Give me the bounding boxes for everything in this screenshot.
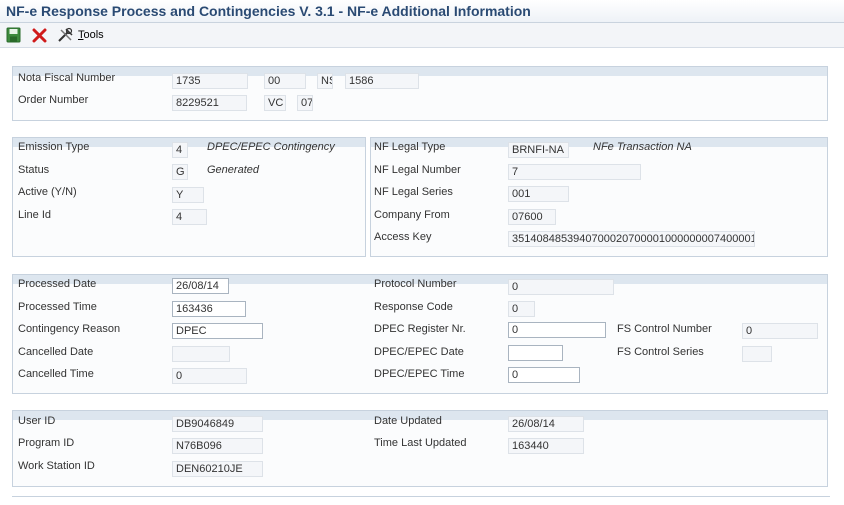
dpec-time-input[interactable]: 0 bbox=[508, 367, 580, 383]
tools-menu-label[interactable]: Tools bbox=[78, 29, 104, 41]
access-key-label: Access Key bbox=[374, 231, 432, 243]
cancelled-date-label: Cancelled Date bbox=[18, 346, 94, 358]
company-from-field[interactable]: 07600 bbox=[508, 209, 556, 225]
line-id-label: Line Id bbox=[18, 209, 52, 221]
emission-type-field[interactable]: 4 bbox=[172, 142, 188, 158]
nf-legal-type-desc: NFe Transaction NA bbox=[593, 141, 692, 153]
contingency-reason-input[interactable]: DPEC bbox=[172, 323, 263, 339]
protocol-number-field[interactable]: 0 bbox=[508, 279, 614, 295]
date-updated-label: Date Updated bbox=[374, 415, 442, 427]
status-field[interactable]: G bbox=[172, 164, 188, 180]
dpec-register-input[interactable]: 0 bbox=[508, 322, 606, 338]
company-from-label: Company From bbox=[374, 209, 450, 221]
order-number-label: Order Number bbox=[18, 94, 89, 106]
order-company-field[interactable]: 07( bbox=[297, 95, 313, 111]
order-number-field[interactable]: 8229521 bbox=[172, 95, 247, 111]
processed-date-label: Processed Date bbox=[18, 278, 97, 290]
cancelled-time-field[interactable]: 0 bbox=[172, 368, 247, 384]
program-id-label: Program ID bbox=[18, 437, 75, 449]
program-id-field[interactable]: N76B096 bbox=[172, 438, 263, 454]
tools-icon[interactable] bbox=[57, 27, 75, 43]
processed-date-input[interactable]: 26/08/14 bbox=[172, 278, 229, 294]
work-station-field[interactable]: DEN60210JE bbox=[172, 461, 263, 477]
active-label: Active (Y/N) bbox=[18, 186, 77, 198]
cancelled-date-field[interactable] bbox=[172, 346, 230, 362]
nf-legal-series-label: NF Legal Series bbox=[374, 186, 453, 198]
protocol-number-label: Protocol Number bbox=[374, 278, 457, 290]
order-type-field[interactable]: VC bbox=[264, 95, 286, 111]
fs-control-number-label: FS Control Number bbox=[617, 323, 712, 335]
nota-fiscal-type-field[interactable]: NS bbox=[317, 73, 333, 89]
window-title: NF-e Response Process and Contingencies … bbox=[6, 3, 531, 19]
status-desc: Generated bbox=[207, 164, 259, 176]
fs-control-number-field[interactable]: 0 bbox=[742, 323, 818, 339]
save-icon[interactable] bbox=[6, 27, 21, 43]
emission-type-label: Emission Type bbox=[18, 141, 90, 153]
status-label: Status bbox=[18, 164, 50, 176]
response-code-label: Response Code bbox=[374, 301, 453, 313]
nf-legal-number-field[interactable]: 7 bbox=[508, 164, 641, 180]
nota-fiscal-suffix-field[interactable]: 00 bbox=[264, 73, 306, 89]
nf-legal-type-label: NF Legal Type bbox=[374, 141, 446, 153]
fs-control-series-field[interactable] bbox=[742, 346, 772, 362]
contingency-reason-label: Contingency Reason bbox=[18, 323, 121, 335]
window-title-bar: NF-e Response Process and Contingencies … bbox=[0, 0, 844, 23]
dpec-date-input[interactable] bbox=[508, 345, 563, 361]
work-station-label: Work Station ID bbox=[18, 460, 95, 472]
date-updated-field[interactable]: 26/08/14 bbox=[508, 416, 584, 432]
nota-fiscal-label: Nota Fiscal Number bbox=[18, 72, 116, 84]
dpec-date-label: DPEC/EPEC Date bbox=[374, 346, 464, 358]
bottom-divider bbox=[12, 496, 830, 497]
nf-legal-series-field[interactable]: 001 bbox=[508, 186, 569, 202]
toolbar: Tools bbox=[0, 23, 844, 48]
processed-time-label: Processed Time bbox=[18, 301, 97, 313]
nota-fiscal-doc-field[interactable]: 1586 bbox=[345, 73, 419, 89]
active-field[interactable]: Y bbox=[172, 187, 204, 203]
cancelled-time-label: Cancelled Time bbox=[18, 368, 94, 380]
nota-fiscal-number-field[interactable]: 1735 bbox=[172, 73, 248, 89]
header-panel bbox=[12, 66, 828, 121]
time-last-updated-label: Time Last Updated bbox=[374, 437, 467, 449]
user-id-field[interactable]: DB9046849 bbox=[172, 416, 263, 432]
nf-legal-type-field[interactable]: BRNFI-NA bbox=[508, 142, 569, 158]
access-key-field[interactable]: 3514084853940700020700001000000007400001… bbox=[508, 231, 755, 247]
line-id-field[interactable]: 4 bbox=[172, 209, 207, 225]
emission-type-desc: DPEC/EPEC Contingency bbox=[207, 141, 335, 153]
time-last-updated-field[interactable]: 163440 bbox=[508, 438, 584, 454]
nf-legal-number-label: NF Legal Number bbox=[374, 164, 461, 176]
fs-control-series-label: FS Control Series bbox=[617, 346, 704, 358]
response-code-field[interactable]: 0 bbox=[508, 301, 535, 317]
dpec-time-label: DPEC/EPEC Time bbox=[374, 368, 465, 380]
dpec-register-label: DPEC Register Nr. bbox=[374, 323, 466, 335]
user-id-label: User ID bbox=[18, 415, 56, 427]
processed-time-input[interactable]: 163436 bbox=[172, 301, 246, 317]
close-icon[interactable] bbox=[32, 27, 47, 43]
